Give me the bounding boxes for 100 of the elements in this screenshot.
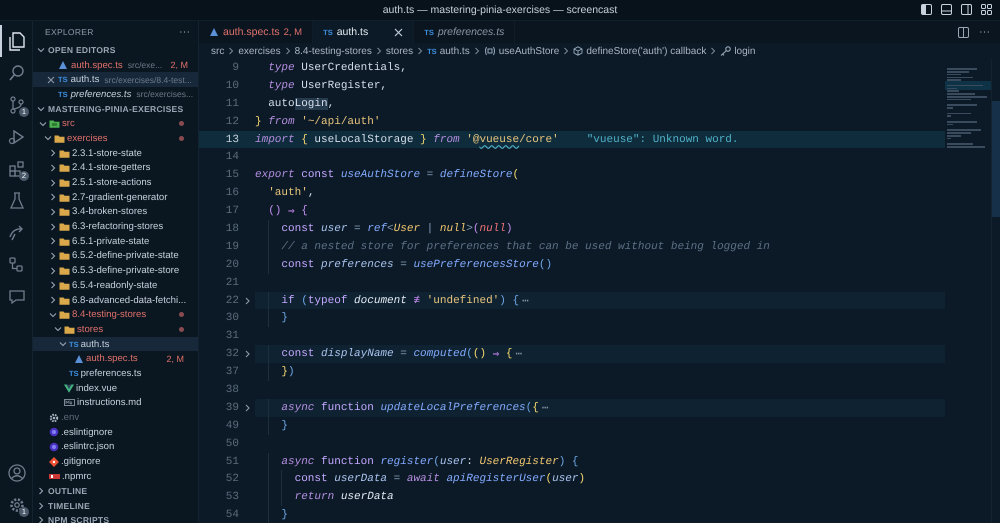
tree-item[interactable]: 3.4-broken-stores bbox=[33, 204, 198, 220]
code-token: () bbox=[538, 258, 552, 271]
toggle-secondary-sidebar-icon[interactable] bbox=[961, 4, 972, 15]
tree-item[interactable]: 2.3.1-store-state bbox=[33, 146, 198, 160]
line-number: 13 bbox=[224, 134, 239, 146]
tree-item[interactable]: .eslintrc.json bbox=[33, 440, 198, 454]
folder-icon bbox=[59, 222, 70, 232]
tree-item[interactable]: 6.5.2-define-private-state bbox=[33, 248, 198, 264]
tree-item[interactable]: index.vue bbox=[33, 380, 198, 396]
modified-dot bbox=[179, 326, 184, 332]
section-header[interactable]: TIMELINE bbox=[33, 498, 198, 513]
code-token: ( bbox=[545, 473, 552, 486]
breadcrumb-item[interactable]: useAuthStore bbox=[484, 46, 560, 56]
tree-item[interactable]: 6.5.3-define-private-store bbox=[33, 263, 198, 278]
tree-item[interactable]: 6.3-refactoring-stores bbox=[33, 219, 198, 234]
fold-chevron-icon[interactable] bbox=[244, 350, 250, 358]
folder-icon bbox=[59, 207, 70, 216]
code-token: } bbox=[280, 420, 288, 432]
close-icon[interactable] bbox=[394, 28, 404, 36]
code-token: displayName bbox=[321, 348, 394, 360]
inline-diagnostic: "vueuse": Unknown word. bbox=[586, 134, 739, 146]
code-token: export bbox=[255, 169, 296, 182]
close-icon[interactable] bbox=[47, 76, 55, 84]
code-token: , bbox=[308, 187, 314, 200]
code-token: type bbox=[267, 80, 296, 92]
code-token: UserCredentials, bbox=[301, 62, 407, 74]
tree-item[interactable]: exercises bbox=[33, 131, 198, 146]
folder-icon bbox=[59, 310, 70, 320]
code-token: : bbox=[466, 456, 474, 468]
breadcrumb-item[interactable]: defineStore('auth') callback bbox=[573, 46, 706, 56]
more-actions-button[interactable]: ··· bbox=[979, 26, 990, 38]
breadcrumb-item[interactable]: exercises bbox=[238, 46, 281, 56]
tree-item[interactable]: 2.5.1-store-actions bbox=[33, 175, 198, 190]
file-name: .env bbox=[61, 412, 80, 424]
modified-dot bbox=[179, 136, 184, 141]
tree-item[interactable]: .eslintignore bbox=[33, 424, 198, 440]
code-token: useAuthStore bbox=[340, 169, 420, 182]
tree-item[interactable]: auth.spec.ts 2, M bbox=[33, 351, 198, 366]
code-token: { bbox=[512, 294, 520, 307]
code-token: , bbox=[328, 98, 334, 110]
vue-icon bbox=[64, 384, 74, 393]
file-name: 2.5.1-store-actions bbox=[72, 177, 152, 188]
toggle-panel-icon[interactable] bbox=[941, 4, 952, 15]
file-name: stores bbox=[77, 324, 104, 335]
tree-item[interactable]: stores bbox=[33, 322, 198, 337]
section-header[interactable]: NPM SCRIPTS bbox=[33, 513, 198, 523]
code-token: apiRegisterUser bbox=[446, 473, 546, 486]
folder-icon bbox=[59, 266, 70, 276]
code-token: | bbox=[426, 222, 434, 235]
tree-item[interactable]: 6.5.4-readonly-state bbox=[33, 278, 198, 293]
tree-item[interactable]: 2.4.1-store-getters bbox=[33, 160, 198, 176]
file-name: auth.spec.ts bbox=[86, 353, 138, 364]
tree-item[interactable]: 8.4-testing-stores bbox=[33, 307, 198, 322]
eslint-icon bbox=[49, 427, 59, 438]
code-token: useLocalStorage bbox=[313, 134, 414, 146]
file-name: src bbox=[62, 118, 75, 130]
folder-icon bbox=[59, 296, 70, 305]
account-icon[interactable] bbox=[6, 462, 28, 484]
open-editor-item[interactable]: auth.spec.ts src/exe... 2, M bbox=[33, 58, 198, 72]
tree-item[interactable]: src bbox=[33, 116, 198, 132]
customize-layout-icon[interactable] bbox=[981, 4, 992, 15]
line-number: 49 bbox=[224, 420, 239, 432]
file-name: auth.ts bbox=[80, 338, 110, 350]
breadcrumb-item[interactable]: stores bbox=[386, 46, 414, 56]
line-number: 51 bbox=[224, 456, 239, 468]
code-token: ⇒ bbox=[288, 205, 296, 218]
breadcrumb-item[interactable]: src bbox=[211, 46, 224, 56]
folded-ellipsis[interactable]: ⋯ bbox=[516, 347, 522, 362]
line-number: 11 bbox=[224, 98, 239, 110]
more-actions-button[interactable]: ··· bbox=[179, 26, 190, 38]
code-token: const bbox=[294, 473, 329, 486]
toggle-sidebar-icon[interactable] bbox=[921, 4, 932, 15]
code-token: type bbox=[267, 62, 296, 74]
tree-item[interactable]: 2.7-gradient-generator bbox=[33, 190, 198, 205]
code-token: ref bbox=[367, 222, 388, 235]
fold-chevron-icon[interactable] bbox=[244, 296, 250, 305]
chevron-right-icon bbox=[710, 47, 716, 55]
code-token: from bbox=[432, 134, 461, 146]
folded-ellipsis[interactable]: ⋯ bbox=[542, 400, 549, 415]
scrollbar-thumb[interactable] bbox=[992, 101, 1000, 217]
code-token: const bbox=[280, 222, 316, 235]
line-number: 18 bbox=[224, 222, 239, 235]
section-header[interactable]: OPEN EDITORS bbox=[33, 43, 198, 58]
breadcrumb-item[interactable]: 8.4-testing-stores bbox=[294, 46, 372, 56]
code-token: const bbox=[280, 348, 316, 360]
eslint-icon bbox=[49, 442, 59, 452]
folded-ellipsis[interactable]: ⋯ bbox=[522, 294, 529, 308]
fold-chevron-icon[interactable] bbox=[244, 404, 250, 412]
chevron-right-icon bbox=[417, 47, 424, 55]
tree-item[interactable]: 6.5.1-private-state bbox=[33, 234, 198, 249]
split-editor-icon[interactable] bbox=[958, 26, 969, 38]
tree-item[interactable]: instructions.md bbox=[33, 396, 198, 410]
code-token: ) bbox=[506, 222, 513, 235]
tree-item[interactable]: 6.8-advanced-data-fetchi... bbox=[33, 292, 198, 308]
code-token: async bbox=[280, 402, 316, 414]
tree-item[interactable]: .npmrc bbox=[33, 468, 198, 484]
section-header[interactable]: OUTLINE bbox=[33, 484, 198, 498]
breadcrumb-item[interactable]: login bbox=[720, 46, 756, 56]
tree-item[interactable]: .gitignore bbox=[33, 454, 198, 469]
section-header[interactable]: MASTERING-PINIA-EXERCISES bbox=[33, 102, 198, 116]
